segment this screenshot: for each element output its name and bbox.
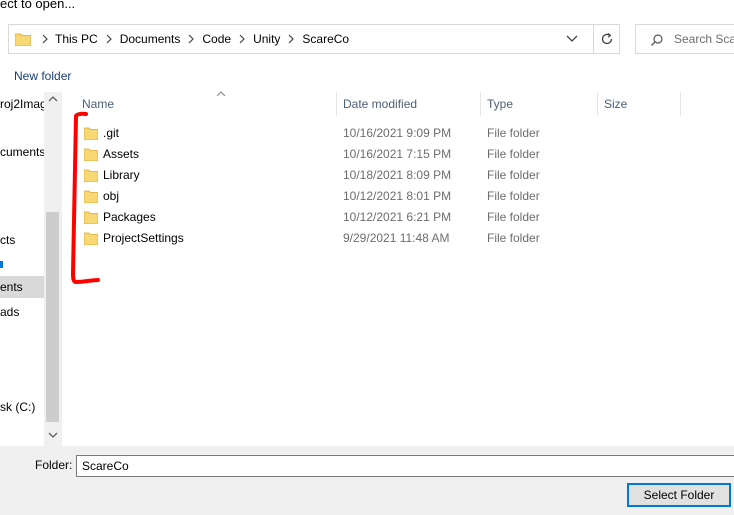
column-header-label: Name xyxy=(82,97,115,111)
column-header-size[interactable]: Size xyxy=(598,92,681,116)
file-date: 9/29/2021 11:48 AM xyxy=(343,231,450,245)
pin-indicator xyxy=(0,261,3,268)
search-input[interactable] xyxy=(674,30,734,48)
chevron-down-icon[interactable] xyxy=(48,430,58,440)
folder-icon xyxy=(84,211,98,224)
column-header-name[interactable]: Name xyxy=(76,91,337,116)
folder-icon xyxy=(84,190,98,203)
nav-item[interactable]: cuments xyxy=(0,141,44,163)
search-box[interactable] xyxy=(635,24,734,54)
file-list: Name Date modified Type Size .git 10/16/… xyxy=(62,91,734,446)
folder-icon xyxy=(84,169,98,182)
table-row[interactable]: Assets 10/16/2021 7:15 PM File folder xyxy=(62,144,734,165)
new-folder-button[interactable]: New folder xyxy=(6,65,79,87)
table-row[interactable]: Packages 10/12/2021 6:21 PM File folder xyxy=(62,207,734,228)
file-name: obj xyxy=(103,189,120,203)
navigation-pane: roj2Imag cuments cts ents ads sk (C:) xyxy=(0,92,62,446)
file-date: 10/12/2021 6:21 PM xyxy=(343,210,452,224)
dialog-title-bar: ect to open... xyxy=(0,0,734,18)
file-type: File folder xyxy=(487,231,540,245)
file-type: File folder xyxy=(487,168,540,182)
folder-icon xyxy=(84,127,98,140)
folder-icon xyxy=(15,33,31,46)
table-row[interactable]: .git 10/16/2021 9:09 PM File folder xyxy=(62,123,734,144)
select-folder-button[interactable]: Select Folder xyxy=(627,483,731,507)
file-name: Library xyxy=(103,168,140,182)
file-date: 10/12/2021 8:01 PM xyxy=(343,189,452,203)
chevron-right-icon[interactable] xyxy=(286,33,296,45)
folder-icon xyxy=(84,148,98,161)
address-bar[interactable]: This PC Documents Code Unity ScareCo xyxy=(8,24,620,54)
file-name: Packages xyxy=(103,210,156,224)
file-type: File folder xyxy=(487,147,540,161)
chevron-down-icon[interactable] xyxy=(565,34,579,44)
column-header-type[interactable]: Type xyxy=(481,92,598,116)
chevron-right-icon[interactable] xyxy=(237,33,247,45)
file-type: File folder xyxy=(487,126,540,140)
folder-label: Folder: xyxy=(35,458,73,472)
nav-scrollbar[interactable] xyxy=(44,92,61,446)
table-row[interactable]: Library 10/18/2021 8:09 PM File folder xyxy=(62,165,734,186)
nav-item[interactable]: ads xyxy=(0,301,44,323)
file-name: .git xyxy=(103,126,120,140)
dialog-title: ect to open... xyxy=(0,0,76,11)
nav-item[interactable]: roj2Imag xyxy=(0,93,44,115)
refresh-icon xyxy=(601,32,613,45)
breadcrumb-unity[interactable]: Unity xyxy=(249,32,284,46)
chevron-up-icon[interactable] xyxy=(48,94,58,104)
nav-item-local-disk[interactable]: sk (C:) xyxy=(0,396,44,418)
file-type: File folder xyxy=(487,210,540,224)
file-name: ProjectSettings xyxy=(103,231,184,245)
breadcrumb-code[interactable]: Code xyxy=(198,32,235,46)
folder-field[interactable] xyxy=(76,455,734,477)
column-header-date[interactable]: Date modified xyxy=(337,92,481,116)
file-date: 10/16/2021 7:15 PM xyxy=(343,147,452,161)
file-name: Assets xyxy=(103,147,140,161)
breadcrumb-scareco[interactable]: ScareCo xyxy=(298,32,353,46)
breadcrumb: This PC Documents Code Unity ScareCo xyxy=(51,25,353,53)
chevron-right-icon[interactable] xyxy=(41,33,49,45)
chevron-right-icon[interactable] xyxy=(186,33,196,45)
nav-item[interactable]: cts xyxy=(0,229,44,251)
breadcrumb-this-pc[interactable]: This PC xyxy=(51,32,102,46)
table-row[interactable]: obj 10/12/2021 8:01 PM File folder xyxy=(62,186,734,207)
file-date: 10/18/2021 8:09 PM xyxy=(343,168,452,182)
file-date: 10/16/2021 9:09 PM xyxy=(343,126,452,140)
chevron-right-icon[interactable] xyxy=(104,33,114,45)
bottom-panel: Folder: Select Folder xyxy=(0,446,734,515)
command-bar: New folder xyxy=(0,62,734,90)
refresh-button[interactable] xyxy=(593,25,620,53)
search-icon xyxy=(651,34,663,46)
file-type: File folder xyxy=(487,189,540,203)
folder-icon xyxy=(84,232,98,245)
breadcrumb-documents[interactable]: Documents xyxy=(116,32,185,46)
table-row[interactable]: ProjectSettings 9/29/2021 11:48 AM File … xyxy=(62,228,734,249)
sort-ascending-icon xyxy=(216,91,226,97)
scrollbar-thumb[interactable] xyxy=(46,212,59,422)
nav-item-selected[interactable]: ents xyxy=(0,276,44,298)
